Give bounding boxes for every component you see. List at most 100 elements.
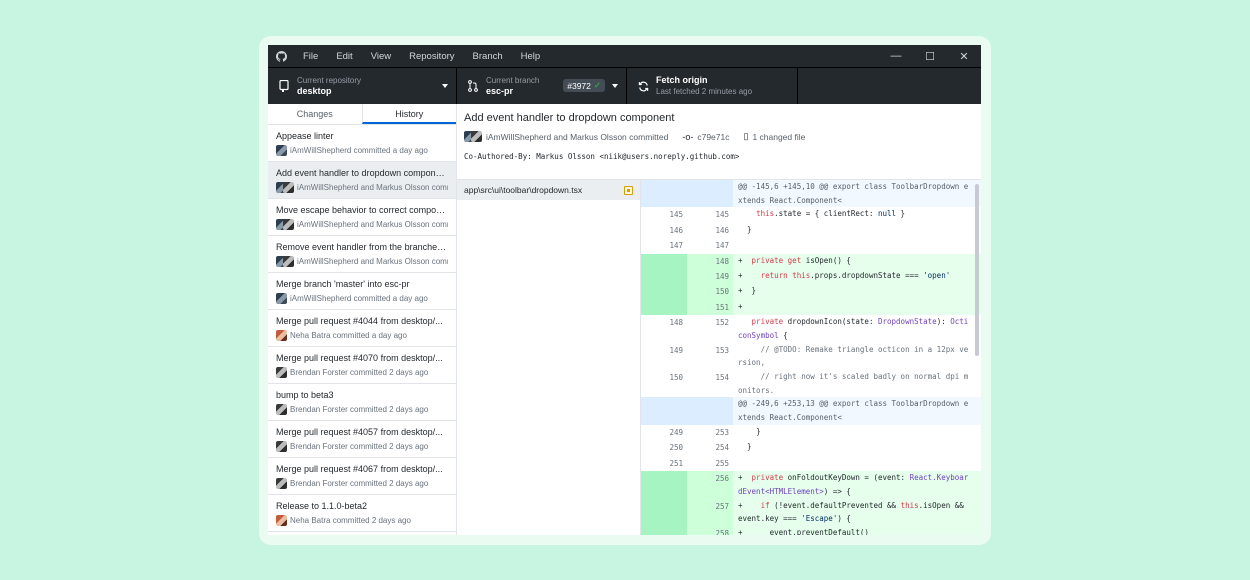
commit-sha[interactable]: c79e71c (697, 132, 729, 142)
current-repository-button[interactable]: Current repository desktop (268, 68, 457, 104)
new-line-number: 255 (687, 455, 733, 472)
old-line-number: 149 (641, 342, 687, 371)
close-icon[interactable]: ✕ (947, 50, 981, 63)
fetch-subtitle: Last fetched 2 minutes ago (656, 87, 753, 96)
author-avatars (276, 293, 287, 304)
old-line-number: 250 (641, 440, 687, 456)
commit-list-item[interactable]: Merge pull request #4067 from desktop/..… (268, 458, 456, 495)
avatar (276, 367, 287, 378)
commit-list-item[interactable]: Remove event handler from the branches l… (268, 236, 456, 273)
menu-branch[interactable]: Branch (464, 51, 512, 62)
diff-context-line[interactable]: 148 152 private dropdownIcon(state: Dropd… (641, 315, 981, 343)
diff-context-line[interactable]: 145 145 this.state = { clientRect: null } (641, 207, 981, 223)
window-controls: — ☐ ✕ (879, 50, 981, 63)
branch-name: esc-pr (486, 86, 514, 96)
new-line-number: 253 (687, 424, 733, 441)
author-avatars (276, 441, 287, 452)
diff-code: private dropdownIcon(state: DropdownStat… (738, 317, 969, 340)
avatar (276, 404, 287, 415)
menu-view[interactable]: View (362, 51, 400, 62)
old-line-number (641, 284, 687, 300)
diff-code: + private get isOpen() { (733, 253, 981, 270)
commit-summary: Merge pull request #4057 from desktop/..… (276, 427, 443, 437)
new-line-number: 146 (687, 222, 733, 239)
diff-added-line[interactable]: 257 + if (!event.defaultPrevented && this… (641, 498, 981, 526)
diff-code: } (738, 426, 761, 436)
old-line-number (641, 498, 687, 526)
commit-list-item[interactable]: Merge pull request #4057 from desktop/..… (268, 421, 456, 458)
diff-context-line[interactable]: 250 254 } (641, 440, 981, 456)
commit-list-item[interactable]: Release to 1.1.0-beta2 Neha Batra committ… (268, 495, 456, 532)
diff-context-line[interactable]: 150 154 // right now it's scaled badly on… (641, 370, 981, 398)
new-line-number: 152 (687, 315, 733, 343)
avatar (283, 256, 294, 267)
old-line-number: 249 (641, 424, 687, 441)
pr-badge[interactable]: #3972 ✓ (563, 79, 605, 92)
diff-context-line[interactable]: 149 153 // @TODO: Remake triangle octicon… (641, 342, 981, 371)
file-path: app\src\ui\toolbar\dropdown.tsx (464, 185, 583, 195)
old-line-number: 251 (641, 455, 687, 472)
diff-context-line[interactable]: 251 255 (641, 455, 981, 472)
commit-list-item[interactable]: Merge pull request #4044 from desktop/..… (268, 310, 456, 347)
sync-icon (636, 81, 650, 92)
author-avatars (276, 330, 287, 341)
diff-added-line[interactable]: 258 + event.preventDefault() (641, 525, 981, 535)
file-item[interactable]: app\src\ui\toolbar\dropdown.tsx (457, 180, 640, 200)
commit-body: Co-Authored-By: Markus Olsson <niik@user… (464, 152, 740, 161)
old-line-number (641, 299, 687, 316)
menu-file[interactable]: File (294, 51, 327, 62)
commit-author-time: iAmWillShepherd committed a day ago (290, 146, 428, 155)
commit-author-time: iAmWillShepherd and Markus Olsson commit… (297, 257, 448, 266)
commit-meta: Brendan Forster committed 2 days ago (276, 441, 448, 452)
diff-added-line[interactable]: 149 + return this.props.dropdownState ===… (641, 269, 981, 285)
diff-context-line[interactable]: 146 146 } (641, 222, 981, 239)
tab-changes[interactable]: Changes (268, 104, 362, 124)
check-icon: ✓ (593, 80, 601, 90)
diff-hunk-header[interactable]: @@ -145,6 +145,10 @@ export class Toolba… (641, 180, 981, 208)
title-bar: File Edit View Repository Branch Help — … (268, 45, 981, 67)
diff-added-line[interactable]: 150 + } (641, 284, 981, 300)
menu-help[interactable]: Help (512, 51, 550, 62)
menu-repository[interactable]: Repository (400, 51, 463, 62)
commit-summary: Release to 1.1.0-beta2 (276, 501, 368, 511)
current-branch-button[interactable]: Current branch esc-pr #3972 ✓ (457, 68, 627, 104)
commit-author-time: iAmWillShepherd and Markus Olsson commit… (297, 220, 448, 229)
menu-edit[interactable]: Edit (327, 51, 361, 62)
minimize-icon[interactable]: — (879, 50, 913, 63)
diff-added-line[interactable]: 148 + private get isOpen() { (641, 253, 981, 270)
commit-header: Add event handler to dropdown component … (457, 104, 981, 180)
commit-list-item[interactable]: Merge branch 'master' into esc-pr iAmWill… (268, 273, 456, 310)
commit-list-item[interactable]: bump to beta3 Brendan Forster committed 2… (268, 384, 456, 421)
commit-list-item[interactable]: Merge pull request #4070 from desktop/..… (268, 347, 456, 384)
author-avatars (276, 515, 287, 526)
scrollbar[interactable] (975, 184, 979, 356)
diff-view[interactable]: @@ -145,6 +145,10 @@ export class Toolba… (641, 180, 981, 535)
diff-added-line[interactable]: 151 + (641, 299, 981, 316)
commit-list-item[interactable]: Move escape behavior to correct componen… (268, 199, 456, 236)
fetch-title: Fetch origin (656, 75, 708, 85)
tab-history[interactable]: History (361, 104, 456, 124)
new-line-number: 148 (687, 253, 733, 270)
commit-list-item[interactable]: Appease linter iAmWillShepherd committed … (268, 125, 456, 162)
avatar (276, 145, 287, 156)
commit-summary: Remove event handler from the branches l… (276, 242, 448, 252)
new-line-number (687, 180, 733, 208)
fetch-origin-button[interactable]: Fetch origin Last fetched 2 minutes ago (627, 68, 798, 104)
new-line-number: 154 (687, 370, 733, 398)
maximize-icon[interactable]: ☐ (913, 50, 947, 63)
diff-hunk-header[interactable]: @@ -249,6 +253,13 @@ export class Toolba… (641, 397, 981, 425)
menu-bar: File Edit View Repository Branch Help (294, 51, 549, 62)
commit-list-item[interactable]: Add event handler to dropdown component i… (268, 162, 456, 199)
avatar (283, 182, 294, 193)
old-line-number (641, 180, 687, 208)
diff-context-line[interactable]: 147 147 (641, 238, 981, 254)
author-avatars (276, 367, 287, 378)
toolbar: Current repository desktop Current branc… (268, 67, 981, 104)
commit-summary: Appease linter (276, 131, 334, 141)
old-line-number (641, 397, 687, 425)
diff-added-line[interactable]: 256 + private onFoldoutKeyDown = (event: … (641, 471, 981, 499)
old-line-number (641, 525, 687, 535)
github-desktop-window: File Edit View Repository Branch Help — … (268, 45, 981, 535)
diff-context-line[interactable]: 249 253 } (641, 424, 981, 441)
chevron-down-icon (612, 84, 618, 88)
